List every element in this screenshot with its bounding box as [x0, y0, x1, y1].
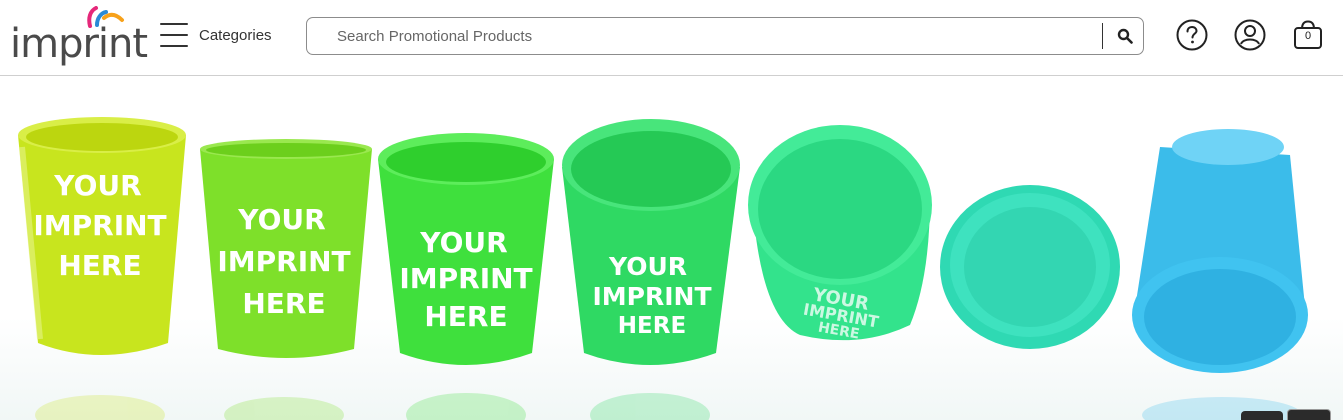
cup-reflections — [35, 393, 1302, 420]
cup-2-line-3: HERE — [242, 287, 325, 320]
logo-text: imprint — [10, 21, 148, 67]
hamburger-icon — [160, 23, 188, 47]
cup-4-line-3: HERE — [618, 313, 686, 339]
cup-1-line-2: IMPRINT — [33, 209, 166, 242]
cart-button[interactable]: 0 — [1291, 18, 1325, 52]
categories-label: Categories — [199, 26, 272, 44]
cup-1-line-1: YOUR — [53, 169, 141, 202]
search-bar — [306, 17, 1144, 55]
cup-4-line-2: IMPRINT — [592, 282, 711, 311]
cup-2-line-2: IMPRINT — [217, 245, 350, 278]
cup-4-line-1: YOUR — [608, 252, 687, 281]
imprint-logo[interactable]: imprint — [8, 6, 148, 68]
slide-prev-button[interactable] — [1241, 411, 1283, 420]
search-divider — [1102, 23, 1103, 49]
account-icon[interactable] — [1233, 18, 1267, 52]
cup-1-line-3: HERE — [58, 249, 141, 282]
search-icon — [1117, 28, 1133, 44]
slide-next-button[interactable] — [1287, 409, 1331, 420]
cup-6 — [940, 185, 1120, 349]
categories-menu-button[interactable]: Categories — [160, 20, 284, 50]
cup-3-line-1: YOUR — [419, 226, 507, 259]
cup-2-line-1: YOUR — [237, 203, 325, 236]
cart-count: 0 — [1304, 30, 1312, 42]
cup-3-line-3: HERE — [424, 300, 507, 333]
cup-7 — [1132, 129, 1308, 373]
search-button[interactable] — [1107, 18, 1143, 54]
cups-illustration: YOUR IMPRINT HERE YOUR IMPRINT HERE YOUR… — [18, 117, 1308, 420]
cup-3-line-2: IMPRINT — [399, 262, 532, 295]
search-input[interactable] — [321, 18, 1091, 54]
site-header: imprint Categories 0 — [0, 0, 1343, 76]
help-icon[interactable] — [1175, 18, 1209, 52]
hero-banner: YOUR IMPRINT HERE YOUR IMPRINT HERE YOUR… — [0, 77, 1343, 420]
